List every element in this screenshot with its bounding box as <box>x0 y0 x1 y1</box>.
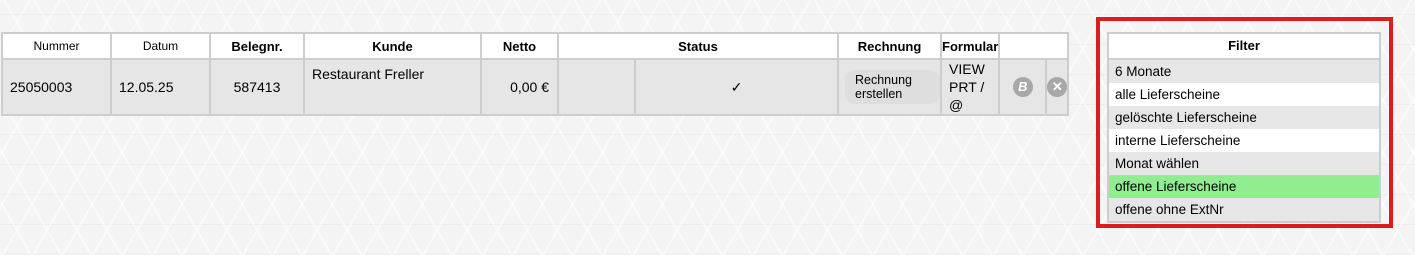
filter-item-offene-ohne-extnr[interactable]: offene ohne ExtNr <box>1109 198 1379 221</box>
delete-icon[interactable]: ✕ <box>1047 77 1068 97</box>
filter-panel: Filter 6 Monate alle Lieferscheine gelös… <box>1107 32 1381 223</box>
header-kunde[interactable]: Kunde <box>303 32 482 60</box>
cell-formular: VIEW PRT / @ <box>939 58 1001 116</box>
header-actions <box>998 32 1070 60</box>
header-netto[interactable]: Netto <box>480 32 559 60</box>
cell-belegnr: 587413 <box>209 58 305 116</box>
cell-b-action: B <box>998 58 1048 116</box>
create-invoice-button[interactable]: Rechnung erstellen <box>845 70 940 104</box>
filter-item-alle-lieferscheine[interactable]: alle Lieferscheine <box>1109 83 1379 106</box>
filter-title: Filter <box>1109 34 1379 60</box>
header-datum[interactable]: Datum <box>110 32 211 60</box>
b-icon[interactable]: B <box>1012 77 1033 97</box>
header-status[interactable]: Status <box>557 32 839 60</box>
cell-delete-action: ✕ <box>1045 58 1070 116</box>
formular-view-link[interactable]: VIEW <box>949 60 998 78</box>
cell-rechnung: Rechnung erstellen <box>837 58 942 116</box>
cell-status-empty <box>557 58 636 116</box>
header-formular[interactable]: Formular <box>939 32 1001 60</box>
filter-item-geloeschte-lieferscheine[interactable]: gelöschte Lieferscheine <box>1109 106 1379 129</box>
filter-item-interne-lieferscheine[interactable]: interne Lieferscheine <box>1109 129 1379 152</box>
filter-item-offene-lieferscheine[interactable]: offene Lieferscheine <box>1109 175 1379 198</box>
table-row[interactable]: 25050003 12.05.25 587413 Restaurant Frel… <box>1 58 1070 116</box>
header-belegnr[interactable]: Belegnr. <box>209 32 305 60</box>
filter-item-monat-waehlen[interactable]: Monat wählen <box>1109 152 1379 175</box>
delivery-notes-table: Nummer Datum Belegnr. Kunde Netto Status… <box>1 32 1070 116</box>
cell-nummer[interactable]: 25050003 <box>1 58 112 116</box>
formular-print-link[interactable]: PRT / @ <box>949 78 998 114</box>
header-nummer[interactable]: Nummer <box>1 32 112 60</box>
cell-netto: 0,00 € <box>480 58 559 116</box>
status-check-icon: ✓ <box>634 58 839 116</box>
cell-datum: 12.05.25 <box>110 58 211 116</box>
filter-item-6-monate[interactable]: 6 Monate <box>1109 60 1379 83</box>
cell-kunde: Restaurant Freller <box>303 58 482 116</box>
header-rechnung[interactable]: Rechnung <box>837 32 942 60</box>
table-header-row: Nummer Datum Belegnr. Kunde Netto Status… <box>1 32 1070 60</box>
